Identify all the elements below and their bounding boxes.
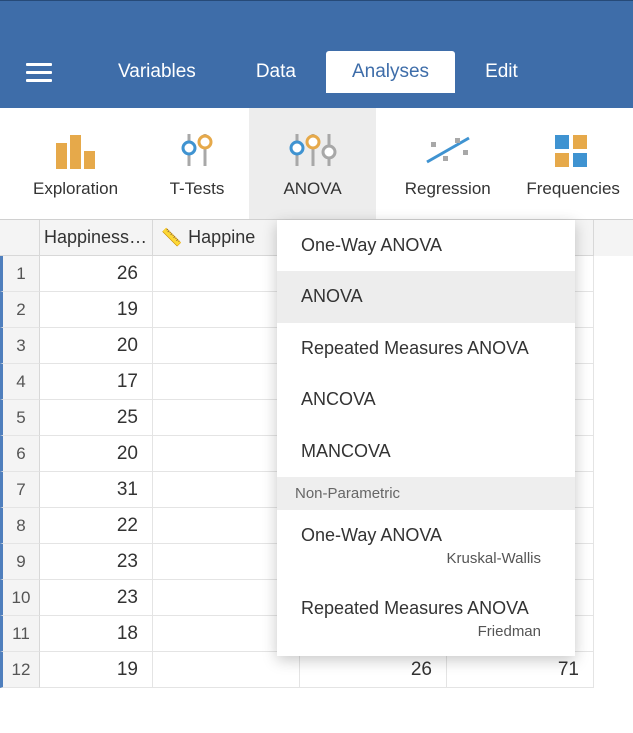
menu-oneway-anova[interactable]: One-Way ANOVA	[277, 220, 575, 271]
row-number[interactable]: 8	[0, 508, 40, 544]
column-label: Happine	[188, 227, 255, 248]
menu-ancova[interactable]: ANCOVA	[277, 374, 575, 425]
regression-icon	[421, 129, 475, 171]
row-number[interactable]: 10	[0, 580, 40, 616]
ttests-icon	[175, 129, 219, 171]
ribbon-regression[interactable]: Regression	[378, 108, 517, 219]
ribbon-label: Regression	[405, 179, 491, 199]
cell[interactable]: 20	[40, 328, 153, 364]
ribbon-ttests[interactable]: T-Tests	[147, 108, 247, 219]
menu-label: One-Way ANOVA	[301, 525, 442, 545]
cell[interactable]: 26	[300, 652, 447, 688]
cell[interactable]	[153, 652, 300, 688]
table-row: 1219 2671	[0, 652, 633, 688]
row-number[interactable]: 2	[0, 292, 40, 328]
cell[interactable]: 25	[40, 400, 153, 436]
window-titlebar	[0, 0, 633, 36]
ribbon-label: Exploration	[33, 179, 118, 199]
row-number[interactable]: 1	[0, 256, 40, 292]
ribbon-frequencies[interactable]: Frequencies	[519, 108, 627, 219]
cell[interactable]: 23	[40, 580, 153, 616]
ribbon-label: ANOVA	[283, 179, 341, 199]
anova-icon	[285, 129, 341, 171]
row-number[interactable]: 4	[0, 364, 40, 400]
row-number[interactable]: 5	[0, 400, 40, 436]
cell[interactable]: 26	[40, 256, 153, 292]
menu-items: Variables Data Analyses Edit	[88, 51, 548, 93]
cell[interactable]: 19	[40, 292, 153, 328]
ribbon-toolbar: Exploration T-Tests ANOVA	[0, 108, 633, 220]
row-number[interactable]: 12	[0, 652, 40, 688]
ribbon-anova[interactable]: ANOVA	[249, 108, 376, 219]
cell[interactable]: 17	[40, 364, 153, 400]
row-number[interactable]: 7	[0, 472, 40, 508]
anova-dropdown: One-Way ANOVA ANOVA Repeated Measures AN…	[277, 220, 575, 656]
menu-analyses[interactable]: Analyses	[326, 51, 455, 93]
menu-repeated-anova[interactable]: Repeated Measures ANOVA	[277, 323, 575, 374]
column-label: Happiness…	[44, 227, 147, 248]
ribbon-exploration[interactable]: Exploration	[6, 108, 145, 219]
menu-edit[interactable]: Edit	[455, 51, 548, 93]
corner-cell	[0, 220, 40, 256]
cell[interactable]: 20	[40, 436, 153, 472]
menu-data[interactable]: Data	[226, 51, 326, 93]
menu-mancova[interactable]: MANCOVA	[277, 426, 575, 477]
ribbon-label: T-Tests	[170, 179, 225, 199]
row-number[interactable]: 6	[0, 436, 40, 472]
ribbon-label: Frequencies	[519, 179, 627, 199]
frequencies-icon	[551, 129, 595, 171]
section-nonparametric: Non-Parametric	[277, 477, 575, 510]
row-number[interactable]: 9	[0, 544, 40, 580]
menu-np-oneway[interactable]: One-Way ANOVA Kruskal-Wallis	[277, 510, 575, 583]
cell[interactable]: 22	[40, 508, 153, 544]
cell[interactable]: 23	[40, 544, 153, 580]
row-number[interactable]: 3	[0, 328, 40, 364]
cell[interactable]: 31	[40, 472, 153, 508]
cell[interactable]: 19	[40, 652, 153, 688]
main-menubar: Variables Data Analyses Edit	[0, 36, 633, 108]
column-header[interactable]: Happiness…	[40, 220, 153, 256]
menu-sublabel: Friedman	[301, 622, 551, 642]
row-number[interactable]: 11	[0, 616, 40, 652]
menu-label: Repeated Measures ANOVA	[301, 598, 529, 618]
menu-variables[interactable]: Variables	[88, 51, 226, 93]
cell[interactable]: 18	[40, 616, 153, 652]
hamburger-icon[interactable]	[18, 63, 68, 82]
menu-np-repeated[interactable]: Repeated Measures ANOVA Friedman	[277, 583, 575, 656]
ruler-icon: 📏	[161, 228, 182, 248]
cell[interactable]: 71	[447, 652, 594, 688]
bar-chart-icon	[52, 129, 100, 171]
menu-sublabel: Kruskal-Wallis	[301, 549, 551, 569]
menu-anova[interactable]: ANOVA	[277, 271, 575, 322]
